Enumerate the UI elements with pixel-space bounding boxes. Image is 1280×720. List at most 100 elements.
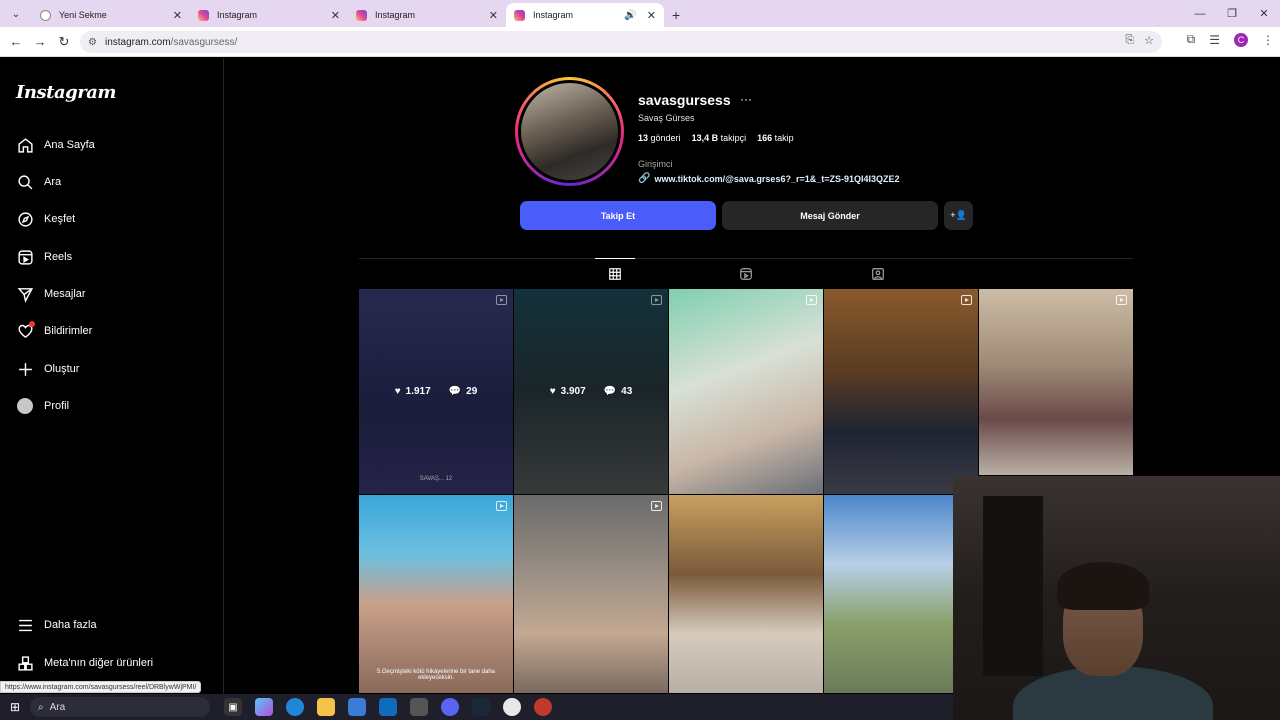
sidebar-item-reels[interactable]: Reels (16, 248, 72, 266)
tab-posts[interactable] (595, 258, 635, 288)
sidebar-item-messages[interactable]: Mesajlar (16, 285, 86, 303)
add-user-button[interactable]: +👤 (944, 201, 973, 230)
sidebar-item-label: Ana Sayfa (44, 139, 95, 151)
link-icon: 🔗 (638, 173, 651, 184)
sidebar-item-label: Bildirimler (44, 325, 93, 337)
extensions-icon[interactable]: ⧉ (1187, 32, 1196, 47)
reel-icon (961, 295, 972, 305)
app-icon[interactable] (410, 698, 428, 716)
reel-icon (651, 501, 662, 511)
grid-post (669, 495, 823, 693)
grid-post[interactable] (979, 289, 1133, 475)
grid-post[interactable] (824, 495, 953, 693)
sidebar-item-label: Oluştur (44, 363, 80, 375)
tab-title: Instagram (533, 10, 574, 20)
restore-icon[interactable]: ❐ (1216, 7, 1248, 20)
address-bar: ← → ↻ ⚙ instagram.com/savasgursess/ ⎘ ☆ … (0, 27, 1280, 57)
browser-menu-icon[interactable]: ⋮ (1262, 33, 1274, 47)
sidebar-item-explore[interactable]: Keşfet (16, 210, 75, 228)
instagram-sidebar: Instagram Ana Sayfa Ara Keşfet Reels Mes… (0, 58, 224, 698)
store-icon[interactable] (348, 698, 366, 716)
forward-icon[interactable]: → (28, 34, 52, 49)
sidebar-item-home[interactable]: Ana Sayfa (16, 136, 95, 154)
sidebar-item-more[interactable]: Daha fazla (16, 616, 97, 634)
close-tab-icon[interactable]: ✕ (647, 9, 656, 22)
messages-icon (16, 285, 34, 303)
reload-icon[interactable]: ↻ (52, 34, 76, 50)
close-window-icon[interactable]: ✕ (1248, 7, 1280, 20)
profile-tabs (359, 258, 1133, 288)
sidebar-item-search[interactable]: Ara (16, 173, 61, 191)
grid-post[interactable] (514, 495, 668, 693)
reading-list-icon[interactable]: ☰ (1209, 33, 1220, 47)
following-count[interactable]: 166 takip (757, 133, 794, 143)
back-icon[interactable]: ← (4, 34, 28, 49)
sidebar-item-label: Profil (44, 400, 70, 412)
sidebar-item-create[interactable]: Oluştur (16, 360, 79, 378)
copilot-icon[interactable] (255, 698, 273, 716)
grid-post[interactable] (824, 289, 978, 494)
steam-icon[interactable] (472, 698, 490, 716)
taskbar-search[interactable]: ⌕ Ara (30, 697, 210, 717)
grid-post[interactable]: SAVAŞ... 12 ♥ 1.917 💬 29 (359, 289, 513, 494)
globe-icon (40, 9, 51, 21)
sidebar-item-label: Daha fazla (44, 619, 97, 631)
webcam-overlay (953, 476, 1280, 720)
comments-stat: 💬 43 (603, 386, 633, 397)
profile-stats: 13 gönderi 13,4 B takipçi 166 takip (638, 133, 794, 143)
grid-post[interactable]: 5.Geçmişteki kötü hikayelerine bir tane … (359, 495, 513, 693)
profile-avatar[interactable] (515, 77, 624, 186)
outlook-icon[interactable] (379, 698, 397, 716)
followers-count[interactable]: 13,4 B takipçi (692, 133, 747, 143)
status-bar-url: https://www.instagram.com/savasgursess/r… (0, 681, 202, 693)
browser-tab[interactable]: Instagram ✕ (190, 3, 348, 27)
message-button[interactable]: Mesaj Gönder (722, 201, 938, 230)
instagram-logo[interactable]: Instagram (16, 82, 116, 103)
chrome-icon[interactable] (503, 698, 521, 716)
hamburger-menu-icon (16, 616, 34, 634)
hover-overlay: ♥ 3.907 💬 43 (514, 289, 668, 494)
tab-tagged[interactable] (858, 259, 898, 289)
browser-tab[interactable]: Instagram ✕ (348, 3, 506, 27)
taskbar-search-label: Ara (49, 701, 66, 713)
edge-icon[interactable] (286, 698, 304, 716)
sidebar-item-profile[interactable]: Profil (16, 397, 69, 415)
task-view-icon[interactable]: ▣ (224, 698, 242, 716)
tab-reels[interactable] (726, 259, 766, 289)
posts-count: 13 gönderi (638, 133, 681, 143)
obs-icon[interactable] (534, 698, 552, 716)
more-options-icon[interactable]: ··· (740, 92, 752, 106)
new-tab-button[interactable]: + (672, 7, 680, 23)
reel-icon (806, 295, 817, 305)
bio-link[interactable]: 🔗 www.tiktok.com/@sava.grses6?_r=1&_t=ZS… (638, 173, 900, 184)
speaker-icon[interactable]: 🔊 (624, 10, 636, 21)
tab-search-button[interactable]: ⌄ (4, 3, 28, 25)
minimize-icon[interactable]: — (1184, 8, 1216, 20)
sidebar-item-label: Meta'nın diğer ürünleri (44, 657, 154, 669)
bookmark-star-icon[interactable]: ☆ (1144, 34, 1154, 47)
sidebar-item-label: Mesajlar (44, 288, 86, 300)
file-explorer-icon[interactable] (317, 698, 335, 716)
instagram-icon (198, 9, 209, 21)
browser-tab[interactable]: Yeni Sekme ✕ (32, 3, 190, 27)
install-app-icon[interactable]: ⎘ (1125, 34, 1134, 47)
discord-icon[interactable] (441, 698, 459, 716)
close-tab-icon[interactable]: ✕ (331, 9, 340, 22)
compass-icon (16, 210, 34, 228)
browser-tab-active[interactable]: Instagram 🔊 ✕ (506, 3, 664, 27)
follow-button[interactable]: Takip Et (520, 201, 716, 230)
url-field[interactable]: ⚙ instagram.com/savasgursess/ ⎘ ☆ (80, 31, 1162, 53)
browser-profile-avatar[interactable]: C (1234, 32, 1248, 47)
sidebar-item-meta[interactable]: Meta'nın diğer ürünleri (16, 654, 153, 672)
grid-post[interactable]: ♥ 3.907 💬 43 (514, 289, 668, 494)
close-tab-icon[interactable]: ✕ (489, 9, 498, 22)
site-info-icon[interactable]: ⚙ (88, 37, 97, 48)
windows-start-icon[interactable]: ⊞ (0, 700, 30, 714)
sidebar-item-label: Reels (44, 251, 73, 263)
grid-post[interactable] (669, 289, 823, 494)
bio-link-text[interactable]: www.tiktok.com/@sava.grses6?_r=1&_t=ZS-9… (654, 174, 899, 184)
tab-title: Yeni Sekme (59, 10, 107, 20)
close-tab-icon[interactable]: ✕ (173, 9, 182, 22)
post-caption: 5.Geçmişteki kötü hikayelerine bir tane … (376, 669, 496, 681)
sidebar-item-notifications[interactable]: Bildirimler (16, 321, 93, 340)
